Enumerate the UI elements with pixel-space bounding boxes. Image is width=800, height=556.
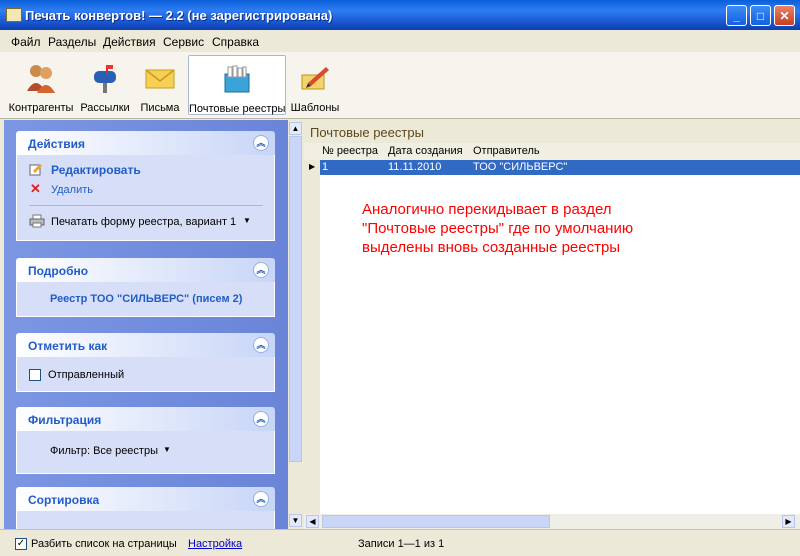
toolbar-templates-button[interactable]: Шаблоны [288,55,342,115]
records-count: Записи 1—1 из 1 [358,538,445,550]
sort-panel-title: Сортировка [28,493,100,507]
collapse-chevron-icon[interactable]: ︽ [253,491,269,507]
grid-header: № реестра Дата создания Отправитель [304,143,800,161]
mark-panel-header[interactable]: Отметить как ︽ [16,333,275,357]
details-panel: Подробно ︽ Реестр ТОО "СИЛЬВЕРС" (писем … [16,258,275,317]
status-bar: ✓ Разбить список на страницы Настройка З… [0,529,800,556]
close-button[interactable]: ✕ [774,5,795,26]
toolbar-mailings-button[interactable]: Рассылки [78,55,132,115]
sort-panel: Сортировка ︽ [16,487,275,529]
toolbar: Контрагенты Рассылки Письма Почтовые рее… [0,52,800,119]
paging-label: Разбить список на страницы [31,538,177,550]
toolbar-letters-label: Письма [140,102,180,114]
edit-link[interactable]: Редактировать [51,163,141,177]
scroll-down-icon[interactable]: ▼ [289,514,302,527]
details-panel-header[interactable]: Подробно ︽ [16,258,275,282]
print-form-dropdown[interactable]: Печатать форму реестра, вариант 1 [51,216,236,228]
actions-panel: Действия ︽ Редактировать ✕ Удалить Печат… [16,131,275,241]
dropdown-arrow-icon[interactable]: ▼ [243,216,251,225]
column-header-date[interactable]: Дата создания [388,145,463,157]
mark-panel: Отметить как ︽ Отправленный [16,333,275,392]
annotation-line: Аналогично перекидывает в раздел [362,201,612,218]
menu-file[interactable]: Файл [11,35,41,49]
sort-panel-header[interactable]: Сортировка ︽ [16,487,275,511]
divider [29,205,263,206]
menu-bar: Файл Разделы Действия Сервис Справка [0,30,800,52]
menu-actions[interactable]: Действия [103,35,156,49]
mark-panel-title: Отметить как [28,339,108,353]
table-row[interactable]: 1 11.11.2010 ТОО "СИЛЬВЕРС" [320,160,800,175]
toolbar-registries-button[interactable]: Почтовые реестры [188,55,286,115]
sent-label: Отправленный [48,369,125,381]
maximize-button[interactable]: □ [750,5,771,26]
cell-number: 1 [322,161,329,173]
delete-icon: ✕ [30,181,41,196]
annotation-note: Аналогично перекидывает в раздел "Почтов… [362,200,633,257]
title-bar: Печать конвертов! — 2.2 (не зарегистриро… [0,0,800,30]
actions-panel-title: Действия [28,137,86,151]
toolbar-letters-button[interactable]: Письма [134,55,186,115]
collapse-chevron-icon[interactable]: ︽ [253,337,269,353]
column-header-sender[interactable]: Отправитель [473,145,540,157]
filter-dropdown[interactable]: Фильтр: Все реестры [50,445,158,457]
templates-icon [301,67,329,90]
cell-date: 11.11.2010 [388,161,442,173]
cell-sender: ТОО "СИЛЬВЕРС" [473,161,568,173]
annotation-line: "Почтовые реестры" где по умолчанию [362,220,634,237]
menu-help[interactable]: Справка [212,35,259,49]
task-pane-scrollbar[interactable]: ▲ ▼ [288,120,304,529]
scroll-right-icon[interactable]: ▶ [782,515,795,528]
column-header-number[interactable]: № реестра [322,145,378,157]
printer-icon [29,214,45,228]
scroll-thumb[interactable] [289,136,302,462]
details-text: Реестр ТОО "СИЛЬВЕРС" (писем 2) [50,293,243,305]
details-panel-title: Подробно [28,264,89,278]
toolbar-contacts-label: Контрагенты [8,102,74,114]
menu-sections[interactable]: Разделы [48,35,96,49]
contacts-icon [27,65,55,93]
app-icon [6,8,22,22]
collapse-chevron-icon[interactable]: ︽ [253,411,269,427]
paging-checkbox[interactable]: ✓ [15,538,27,550]
delete-link[interactable]: Удалить [51,184,93,196]
task-pane: Действия ︽ Редактировать ✕ Удалить Печат… [4,120,288,529]
current-row-arrow-icon: ▶ [309,162,316,171]
edit-icon [29,164,42,176]
toolbar-mailings-label: Рассылки [80,102,130,114]
row-selector-column: ▶ [304,160,320,515]
dropdown-arrow-icon[interactable]: ▼ [163,445,171,454]
grid-title: Почтовые реестры [310,125,424,140]
filter-panel: Фильтрация ︽ Фильтр: Все реестры ▼ [16,407,275,474]
registries-grid-area: Почтовые реестры № реестра Дата создания… [304,120,800,529]
filter-panel-title: Фильтрация [28,413,102,427]
menu-service[interactable]: Сервис [163,35,204,49]
scroll-left-icon[interactable]: ◀ [306,515,319,528]
mailbox-icon [94,65,116,93]
scroll-thumb[interactable] [322,515,550,528]
toolbar-registries-label: Почтовые реестры [189,103,286,115]
toolbar-contacts-button[interactable]: Контрагенты [6,55,76,115]
window-title: Печать конвертов! — 2.2 (не зарегистриро… [25,8,333,23]
toolbar-templates-label: Шаблоны [290,102,340,114]
horizontal-scrollbar[interactable]: ◀ ▶ [304,514,800,529]
annotation-line: выделены вновь созданные реестры [362,239,621,256]
minimize-button[interactable]: _ [726,5,747,26]
actions-panel-header[interactable]: Действия ︽ [16,131,275,155]
settings-link[interactable]: Настройка [188,538,242,550]
registry-box-icon [224,65,250,93]
collapse-chevron-icon[interactable]: ︽ [253,262,269,278]
envelope-icon [145,69,175,89]
filter-panel-header[interactable]: Фильтрация ︽ [16,407,275,431]
scroll-up-icon[interactable]: ▲ [289,122,302,135]
collapse-chevron-icon[interactable]: ︽ [253,135,269,151]
sent-checkbox[interactable] [29,369,41,381]
